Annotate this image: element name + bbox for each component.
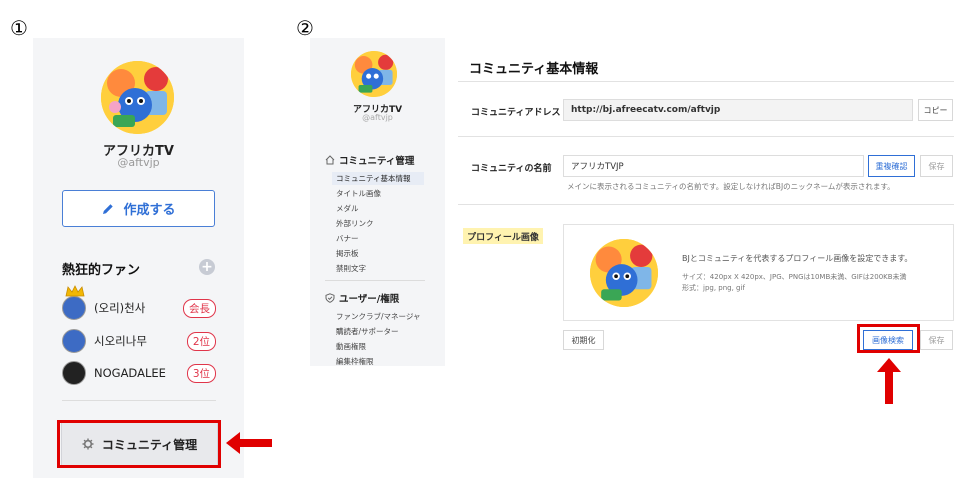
channel-handle: @aftvjp — [117, 156, 160, 169]
menu-section-users: ユーザー/権限 — [325, 291, 399, 305]
community-name-input[interactable]: アフリカTVJP — [563, 155, 864, 177]
menu-item-basic-info[interactable]: コミュニティ基本情報 — [332, 172, 424, 185]
pencil-icon — [103, 203, 114, 214]
profile-format-text: 形式：jpg, png, gif — [682, 284, 745, 292]
name-help-text: メインに表示されるコミュニティの名前です。設定しなければBJのニックネームが表示… — [567, 182, 895, 191]
fan-avatar — [62, 329, 86, 353]
crown-icon — [65, 285, 85, 297]
arrow-up-icon — [877, 358, 901, 404]
fan-name: NOGADALEE — [94, 366, 166, 380]
highlight-box — [57, 420, 221, 468]
menu-item-banned-words[interactable]: 禁則文字 — [332, 262, 424, 275]
fan-avatar — [62, 285, 86, 320]
menu-item-video-permission[interactable]: 動画権限 — [332, 340, 424, 353]
divider — [325, 280, 425, 281]
divider — [458, 81, 954, 82]
reset-button[interactable]: 初期化 — [563, 330, 604, 350]
menu-item-banner[interactable]: バナー — [332, 232, 424, 245]
fans-title: 熱狂的ファン — [62, 263, 141, 278]
fan-name: 시오리나무 — [94, 334, 147, 348]
fan-row[interactable]: (오리)천사 会長 — [62, 285, 216, 321]
fan-row[interactable]: 시오리나무 2位 — [62, 328, 216, 354]
profile-size-text: サイズ：420px X 420px、JPG、PNGは10MB未満、GIFは200… — [682, 273, 907, 281]
save-name-button[interactable]: 保存 — [920, 155, 953, 177]
copy-button[interactable]: コピー — [918, 99, 953, 121]
fan-avatar — [62, 361, 86, 385]
home-icon — [325, 155, 335, 165]
channel-avatar[interactable] — [101, 61, 174, 134]
profile-image-box: BJとコミュニティを代表するプロフィール画像を設定できます。 サイズ：420px… — [563, 224, 954, 321]
profile-image-preview — [590, 239, 658, 307]
channel-avatar — [351, 51, 397, 97]
menu-item-medal[interactable]: メダル — [332, 202, 424, 215]
channel-sidebar: アフリカTV @aftvjp 作成する 熱狂的ファン + (오리)천사 会長 시… — [33, 38, 244, 478]
create-post-label: 作成する — [123, 203, 176, 218]
menu-item-title-image[interactable]: タイトル画像 — [332, 187, 424, 200]
address-field[interactable]: http://bj.afreecatv.com/aftvjp — [563, 99, 913, 121]
divider — [458, 136, 954, 137]
save-image-button[interactable]: 保存 — [920, 330, 953, 350]
divider — [62, 400, 216, 401]
channel-handle: @aftvjp — [362, 113, 393, 122]
rank-badge: 3位 — [186, 363, 216, 383]
profile-image-label: プロフィール画像 — [463, 228, 543, 244]
step-marker-2: ② — [296, 16, 314, 40]
arrow-left-icon — [226, 432, 272, 454]
shield-icon — [325, 293, 335, 303]
divider — [458, 204, 954, 205]
highlight-box — [857, 324, 920, 353]
manage-sidebar: アフリカTV @aftvjp コミュニティ管理 コミュニティ基本情報 タイトル画… — [310, 38, 445, 366]
menu-item-board[interactable]: 掲示板 — [332, 247, 424, 260]
step-marker-1: ① — [10, 16, 28, 40]
menu-section-community: コミュニティ管理 — [325, 153, 414, 167]
create-post-button[interactable]: 作成する — [62, 190, 215, 227]
duplicate-check-button[interactable]: 重複確認 — [868, 155, 915, 177]
fan-name: (오리)천사 — [94, 301, 146, 315]
name-label: コミュニティの名前 — [471, 164, 552, 174]
add-fan-icon[interactable]: + — [199, 259, 215, 275]
menu-item-subscribers[interactable]: 購読者/サポーター — [332, 325, 424, 338]
page-title: コミュニティ基本情報 — [469, 62, 599, 77]
rank-badge: 会長 — [183, 298, 216, 318]
profile-description: BJとコミュニティを代表するプロフィール画像を設定できます。 — [682, 254, 913, 263]
menu-item-fanclub[interactable]: ファンクラブ/マネージャー — [332, 310, 424, 334]
menu-item-edit-permission[interactable]: 編集枠権限 — [332, 355, 424, 368]
fan-row[interactable]: NOGADALEE 3位 — [62, 360, 216, 386]
address-label: コミュニティアドレス — [471, 108, 561, 118]
rank-badge: 2位 — [186, 331, 216, 351]
menu-item-external-link[interactable]: 外部リンク — [332, 217, 424, 230]
